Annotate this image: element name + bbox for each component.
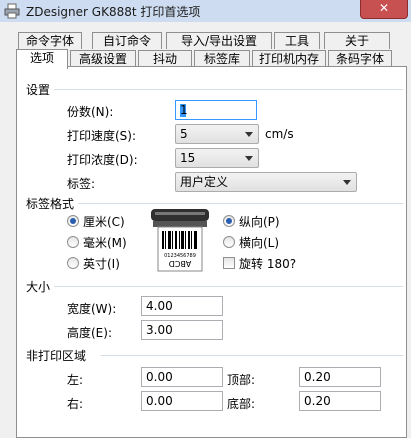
width-input[interactable]: 4.00 bbox=[141, 296, 223, 316]
width-label: 宽度(W): bbox=[67, 302, 117, 316]
unit-mm-radio[interactable] bbox=[67, 236, 79, 248]
speed-unit: cm/s bbox=[265, 127, 294, 141]
options-panel: 设置 份数(N): 1 打印速度(S): 5 cm/s 打印浓度(D): 15 … bbox=[16, 66, 407, 438]
unit-cm-label: 厘米(C) bbox=[83, 215, 125, 229]
tab-advanced[interactable]: 高级设置 bbox=[70, 50, 136, 67]
height-input[interactable]: 3.00 bbox=[141, 320, 223, 340]
label-type-label: 标签: bbox=[67, 177, 96, 191]
orientation-portrait-label: 纵向(P) bbox=[239, 215, 280, 229]
tab-printer-memory[interactable]: 打印机内存 bbox=[252, 50, 326, 67]
rotate-180-checkbox[interactable] bbox=[223, 257, 235, 269]
top-margin-input[interactable]: 0.20 bbox=[299, 367, 381, 387]
radio-dot bbox=[70, 218, 76, 224]
preview-text: ABCD bbox=[169, 259, 192, 268]
tab-dithering[interactable]: 抖动 bbox=[138, 50, 192, 67]
orientation-portrait-radio[interactable] bbox=[223, 215, 235, 227]
dialog-body: 命令字体 自订命令 导入/导出设置 工具 关于 选项 高级设置 抖动 标签库 打… bbox=[0, 22, 411, 438]
unprintable-divider bbox=[101, 355, 403, 356]
right-margin-input[interactable]: 0.00 bbox=[141, 391, 223, 411]
right-margin-label: 右: bbox=[67, 397, 84, 411]
radio-dot bbox=[226, 218, 232, 224]
speed-value: 5 bbox=[180, 127, 188, 141]
label-format-group-title: 标签格式 bbox=[26, 195, 79, 212]
window-title: ZDesigner GK888t 打印首选项 bbox=[26, 5, 201, 19]
settings-divider bbox=[53, 89, 403, 90]
chevron-down-icon bbox=[245, 132, 253, 137]
unprintable-group-title: 非打印区域 bbox=[26, 347, 91, 364]
tab-tools[interactable]: 工具 bbox=[274, 32, 320, 49]
unit-inch-label: 英寸(I) bbox=[83, 257, 120, 271]
unit-inch-radio[interactable] bbox=[67, 257, 79, 269]
speed-label: 打印速度(S): bbox=[67, 129, 137, 143]
darkness-label: 打印浓度(D): bbox=[67, 153, 138, 167]
tab-label-library[interactable]: 标签库 bbox=[194, 50, 250, 67]
tab-about[interactable]: 关于 bbox=[324, 32, 390, 49]
size-group-title: 大小 bbox=[26, 278, 55, 295]
label-preview-icon: 0123456789 ABCD bbox=[151, 209, 209, 272]
unit-cm-radio[interactable] bbox=[67, 215, 79, 227]
title-bar: ZDesigner GK888t 打印首选项 ✕ bbox=[0, 0, 411, 23]
settings-group-title: 设置 bbox=[26, 81, 55, 98]
label-type-value: 用户定义 bbox=[180, 175, 229, 189]
tab-import-export[interactable]: 导入/导出设置 bbox=[166, 32, 272, 49]
bottom-margin-input[interactable]: 0.20 bbox=[299, 391, 381, 411]
rotate-180-label: 旋转 180? bbox=[239, 257, 297, 271]
printer-icon bbox=[4, 3, 20, 19]
tab-options[interactable]: 选项 bbox=[16, 49, 68, 69]
tab-barcode-fonts[interactable]: 条码字体 bbox=[328, 50, 392, 67]
darkness-select[interactable]: 15 bbox=[175, 148, 259, 168]
copies-value: 1 bbox=[180, 103, 188, 117]
speed-select[interactable]: 5 bbox=[175, 124, 259, 144]
close-button[interactable]: ✕ bbox=[360, 0, 408, 19]
tab-command-fonts[interactable]: 命令字体 bbox=[18, 32, 82, 49]
bottom-margin-label: 底部: bbox=[227, 397, 256, 411]
size-divider bbox=[53, 286, 403, 287]
preview-small-text: 0123456789 bbox=[164, 253, 196, 259]
orientation-landscape-radio[interactable] bbox=[223, 236, 235, 248]
darkness-value: 15 bbox=[180, 151, 196, 165]
label-format-divider bbox=[77, 203, 403, 204]
label-type-select[interactable]: 用户定义 bbox=[175, 172, 357, 192]
top-margin-label: 顶部: bbox=[227, 373, 256, 387]
copies-label: 份数(N): bbox=[67, 105, 114, 119]
copies-input[interactable]: 1 bbox=[175, 100, 257, 120]
chevron-down-icon bbox=[245, 156, 253, 161]
left-margin-input[interactable]: 0.00 bbox=[141, 367, 223, 387]
height-label: 高度(E): bbox=[67, 326, 112, 340]
left-margin-label: 左: bbox=[67, 373, 84, 387]
orientation-landscape-label: 横向(L) bbox=[239, 236, 280, 250]
unit-mm-label: 毫米(M) bbox=[83, 236, 127, 250]
tab-custom-commands[interactable]: 自订命令 bbox=[92, 32, 162, 49]
chevron-down-icon bbox=[343, 180, 351, 185]
close-icon: ✕ bbox=[378, 1, 390, 15]
